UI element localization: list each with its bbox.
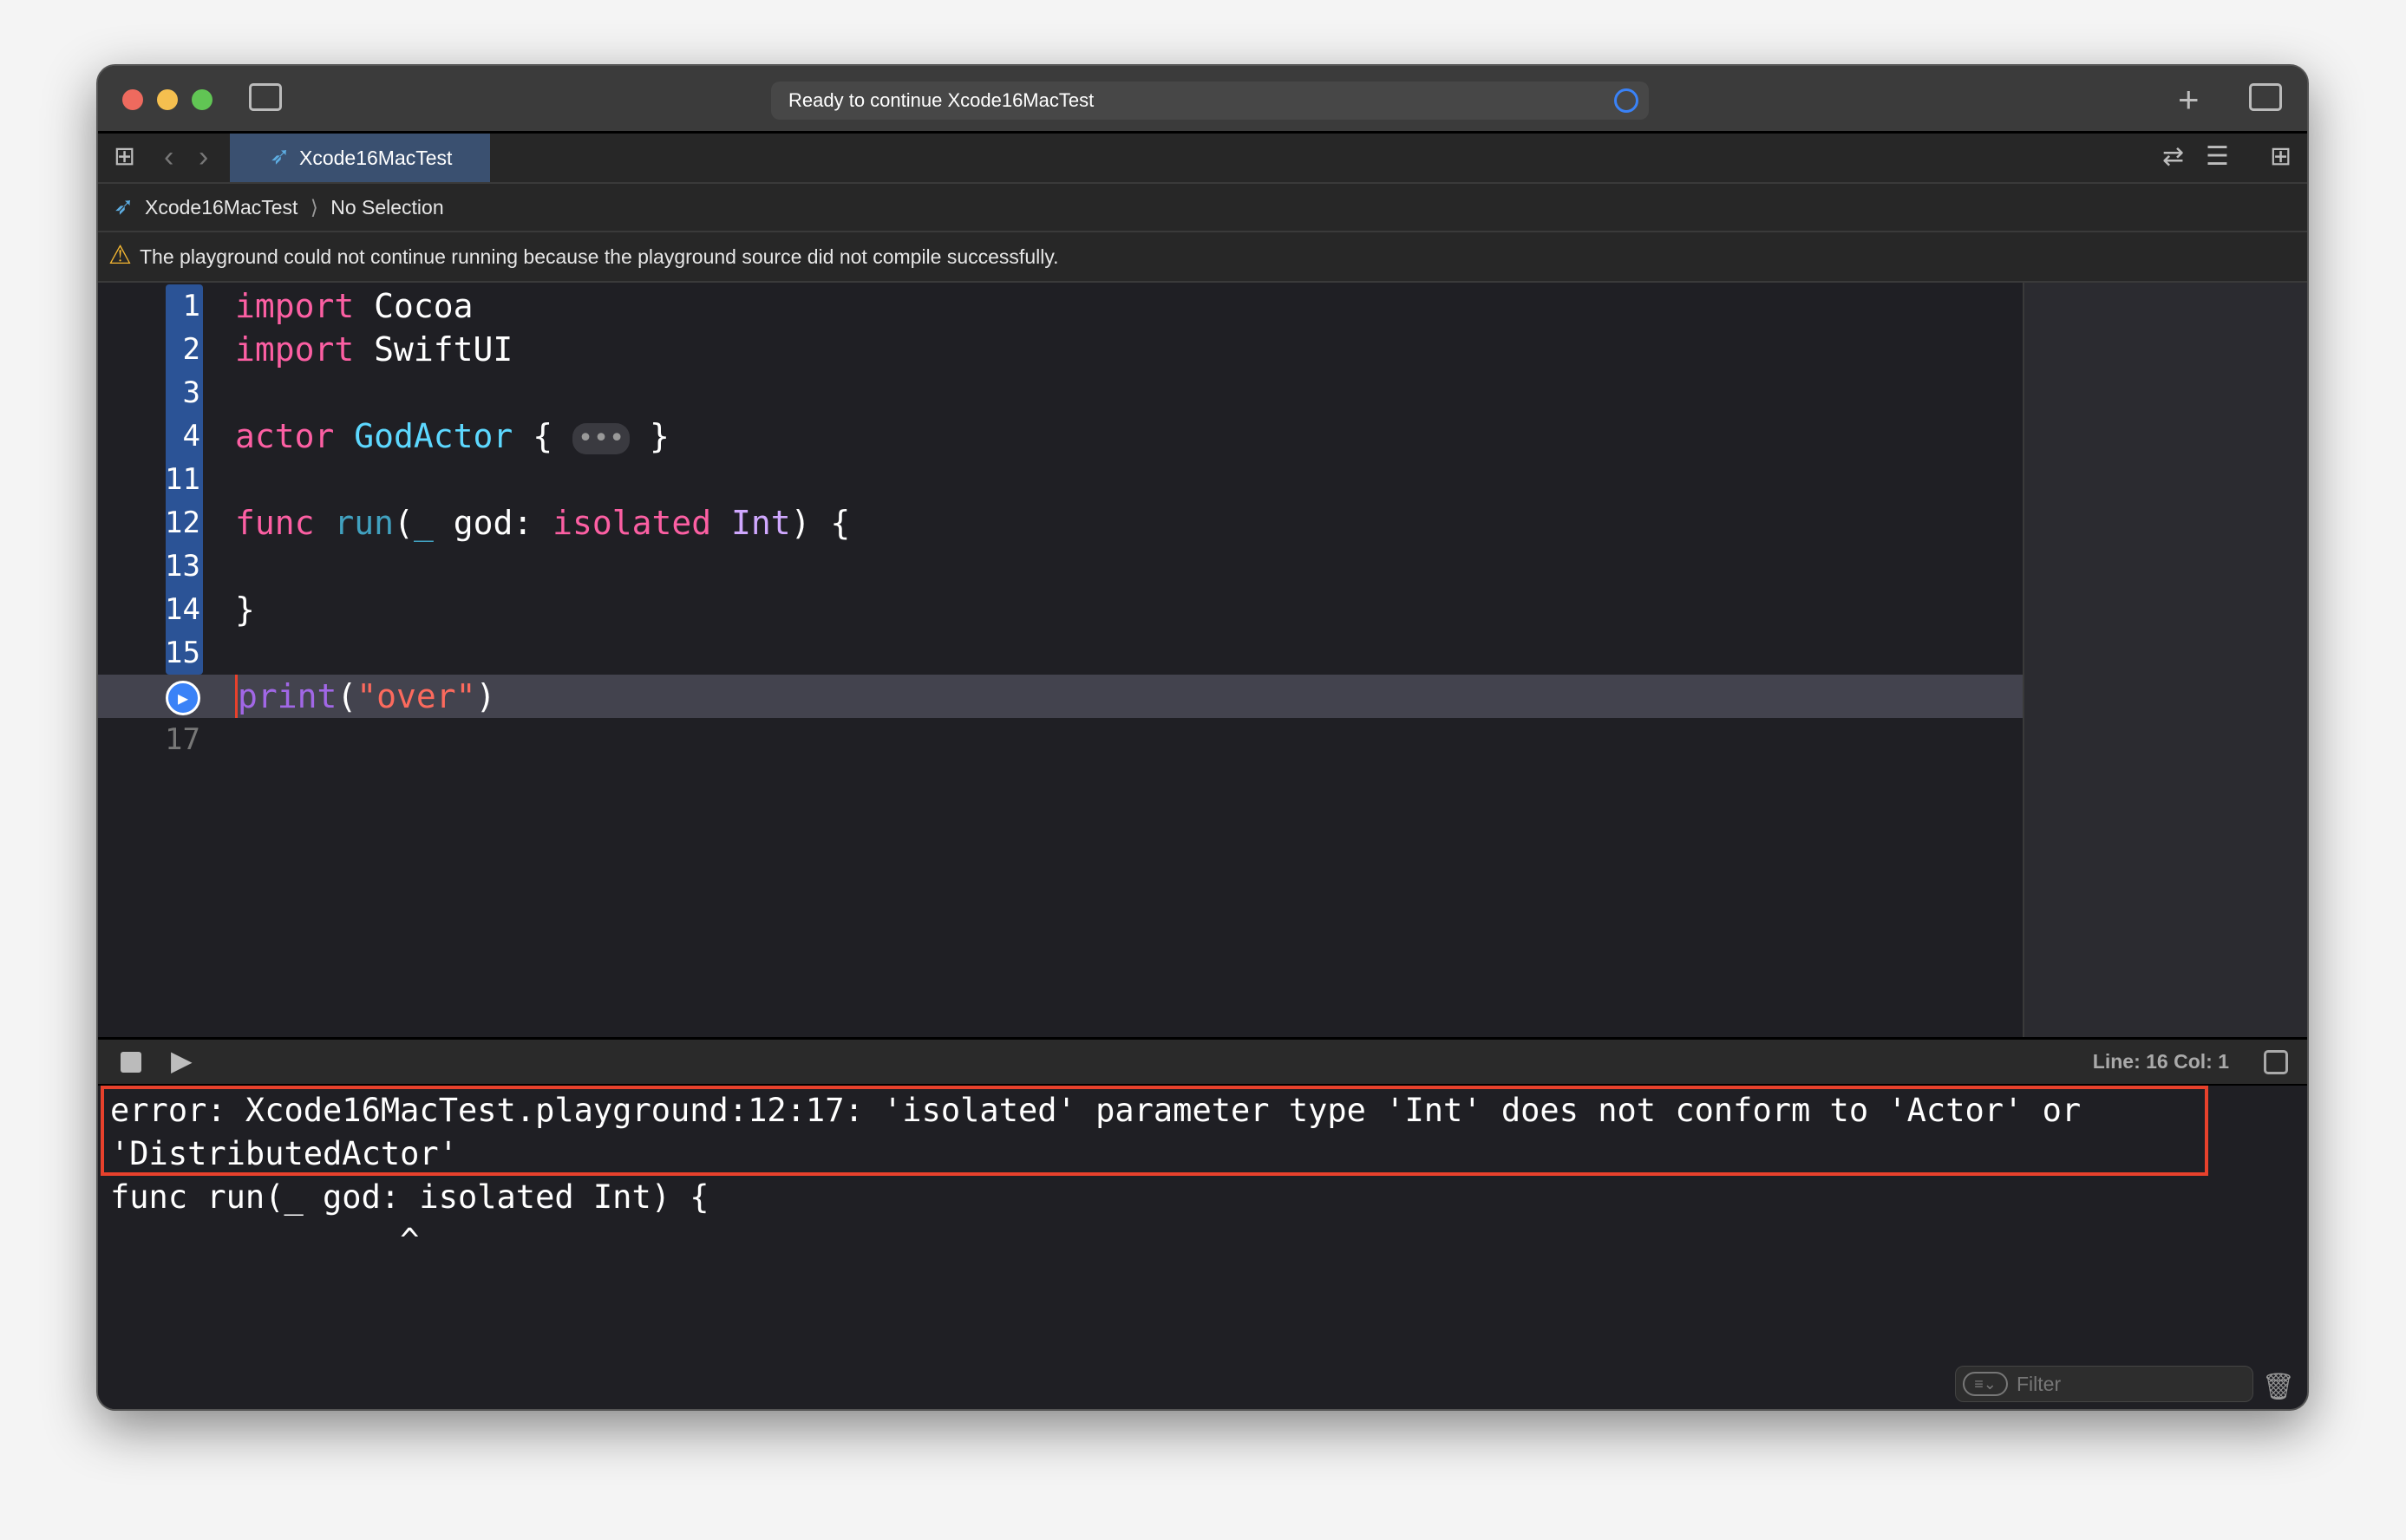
tab-bar: ⊞ ‹ › ➶ Xcode16MacTest ⇄ ☰ ⊞ xyxy=(98,134,2307,184)
code-token: import xyxy=(235,287,355,325)
warning-icon: ⚠ xyxy=(108,241,132,270)
minimize-button[interactable] xyxy=(157,89,178,110)
breadcrumb-project[interactable]: Xcode16MacTest xyxy=(145,196,297,219)
hide-console-icon[interactable] xyxy=(2264,1050,2288,1074)
code-token: ( xyxy=(394,504,414,542)
code-token: isolated xyxy=(552,504,712,542)
code-token: GodActor xyxy=(354,417,513,455)
breadcrumb: ➶ Xcode16MacTest ⟩ No Selection xyxy=(98,184,2307,232)
breadcrumb-separator: ⟩ xyxy=(310,196,318,219)
code-token: } xyxy=(630,417,670,455)
close-button[interactable] xyxy=(122,89,143,110)
code-token: import xyxy=(235,330,355,369)
filter-input[interactable]: ≡⌄ Filter xyxy=(1955,1366,2253,1402)
code-line[interactable]: 14} xyxy=(98,588,2023,631)
code-token: "over" xyxy=(356,677,476,715)
code-editor[interactable]: 1 import Cocoa 2 import SwiftUI 3 4 actor GodA… xyxy=(98,283,2023,1037)
error-caret-line: ^ xyxy=(110,1222,420,1259)
code-token: ) xyxy=(475,677,496,715)
minimap[interactable] xyxy=(2023,283,2307,1037)
debug-bar: ▶ Line: 16 Col: 1 xyxy=(98,1037,2307,1086)
sidebar-toggle-icon[interactable] xyxy=(249,83,282,111)
tab-label: Xcode16MacTest xyxy=(299,147,453,169)
grid-icon[interactable]: ⊞ xyxy=(114,144,135,170)
code-token: SwiftUI xyxy=(354,330,513,369)
console-output[interactable]: error: Xcode16MacTest.playground:12:17: … xyxy=(98,1086,2307,1409)
warning-banner: ⚠ The playground could not continue runn… xyxy=(98,232,2307,283)
xcode-window: Ready to continue Xcode16MacTest + ⊞ ‹ ›… xyxy=(96,64,2309,1411)
activity-status: Ready to continue Xcode16MacTest xyxy=(771,82,1649,120)
code-line[interactable]: 3 xyxy=(98,371,2023,414)
line-number[interactable]: 17 xyxy=(141,718,200,761)
code-token: Cocoa xyxy=(354,287,474,325)
add-icon[interactable]: + xyxy=(2178,82,2200,118)
code-token: func xyxy=(235,504,315,542)
line-number[interactable]: 3 xyxy=(141,371,200,414)
line-number[interactable]: 13 xyxy=(141,545,200,588)
line-number[interactable]: 4 xyxy=(141,414,200,458)
code-token: print xyxy=(238,677,337,715)
stop-icon[interactable] xyxy=(121,1052,141,1073)
code-text: actor GodActor { ••• } xyxy=(235,414,670,458)
code-text: print("over") xyxy=(235,675,495,718)
line-number[interactable]: 2 xyxy=(141,328,200,371)
code-text: func run(_ god: isolated Int) { xyxy=(235,501,850,545)
line-number[interactable]: 1 xyxy=(141,284,200,328)
title-bar: Ready to continue Xcode16MacTest + xyxy=(98,66,2307,134)
code-token: ( xyxy=(337,677,357,715)
code-token: Int xyxy=(731,504,791,542)
trash-icon[interactable]: 🗑 xyxy=(2262,1374,2295,1400)
swap-icon[interactable]: ⇄ xyxy=(2162,144,2184,170)
code-token: { xyxy=(513,417,572,455)
error-highlight-box xyxy=(101,1086,2208,1176)
progress-spinner-icon xyxy=(1614,88,1638,113)
code-line[interactable]: 1 import Cocoa xyxy=(98,284,2023,328)
back-icon[interactable]: ‹ xyxy=(164,142,173,172)
forward-icon[interactable]: › xyxy=(199,142,208,172)
swift-icon: ➶ xyxy=(270,142,291,169)
play-icon[interactable]: ▶ xyxy=(171,1047,193,1074)
code-line[interactable]: 12 func run(_ god: isolated Int) { xyxy=(98,501,2023,545)
status-text: Ready to continue Xcode16MacTest xyxy=(788,89,1095,111)
code-text: import SwiftUI xyxy=(235,328,513,371)
warning-text: The playground could not continue runnin… xyxy=(140,245,1059,268)
code-token: } xyxy=(235,591,255,629)
code-token: _ xyxy=(413,504,434,542)
code-text: } xyxy=(235,588,255,631)
code-token: god: xyxy=(433,504,553,542)
line-number[interactable]: 15 xyxy=(141,631,200,675)
code-token: actor xyxy=(235,417,335,455)
add-editor-icon[interactable]: ⊞ xyxy=(2270,144,2292,170)
code-line[interactable]: 17 xyxy=(98,718,2023,761)
code-line[interactable]: 11 xyxy=(98,458,2023,501)
line-number[interactable]: 11 xyxy=(141,458,200,501)
run-line-icon[interactable]: ▶ xyxy=(141,675,200,718)
code-line[interactable]: 13 xyxy=(98,545,2023,588)
code-text: import Cocoa xyxy=(235,284,474,328)
line-number[interactable]: 14 xyxy=(141,588,200,631)
inspector-toggle-icon[interactable] xyxy=(2249,83,2282,111)
folded-code-button[interactable]: ••• xyxy=(572,422,631,454)
swift-icon: ➶ xyxy=(114,192,134,219)
editor-options-icon[interactable]: ☰ xyxy=(2206,144,2229,170)
filter-placeholder: Filter xyxy=(2017,1373,2062,1395)
error-source-line: func run(_ god: isolated Int) { xyxy=(110,1178,709,1216)
code-line[interactable]: 4 actor GodActor { ••• } xyxy=(98,414,2023,458)
zoom-button[interactable] xyxy=(192,89,212,110)
code-line[interactable]: 2 import SwiftUI xyxy=(98,328,2023,371)
breadcrumb-selection[interactable]: No Selection xyxy=(330,196,443,219)
cursor-position: Line: 16 Col: 1 xyxy=(2092,1050,2229,1073)
line-number[interactable]: 12 xyxy=(141,501,200,545)
code-line[interactable]: 15 xyxy=(98,631,2023,675)
code-line[interactable]: ▶ print("over") xyxy=(98,675,2023,718)
code-token: ) { xyxy=(790,504,851,542)
filter-options-icon[interactable]: ≡⌄ xyxy=(1963,1372,2008,1396)
code-token: run xyxy=(334,504,395,542)
tab-xcode16mactest[interactable]: ➶ Xcode16MacTest xyxy=(230,134,490,182)
